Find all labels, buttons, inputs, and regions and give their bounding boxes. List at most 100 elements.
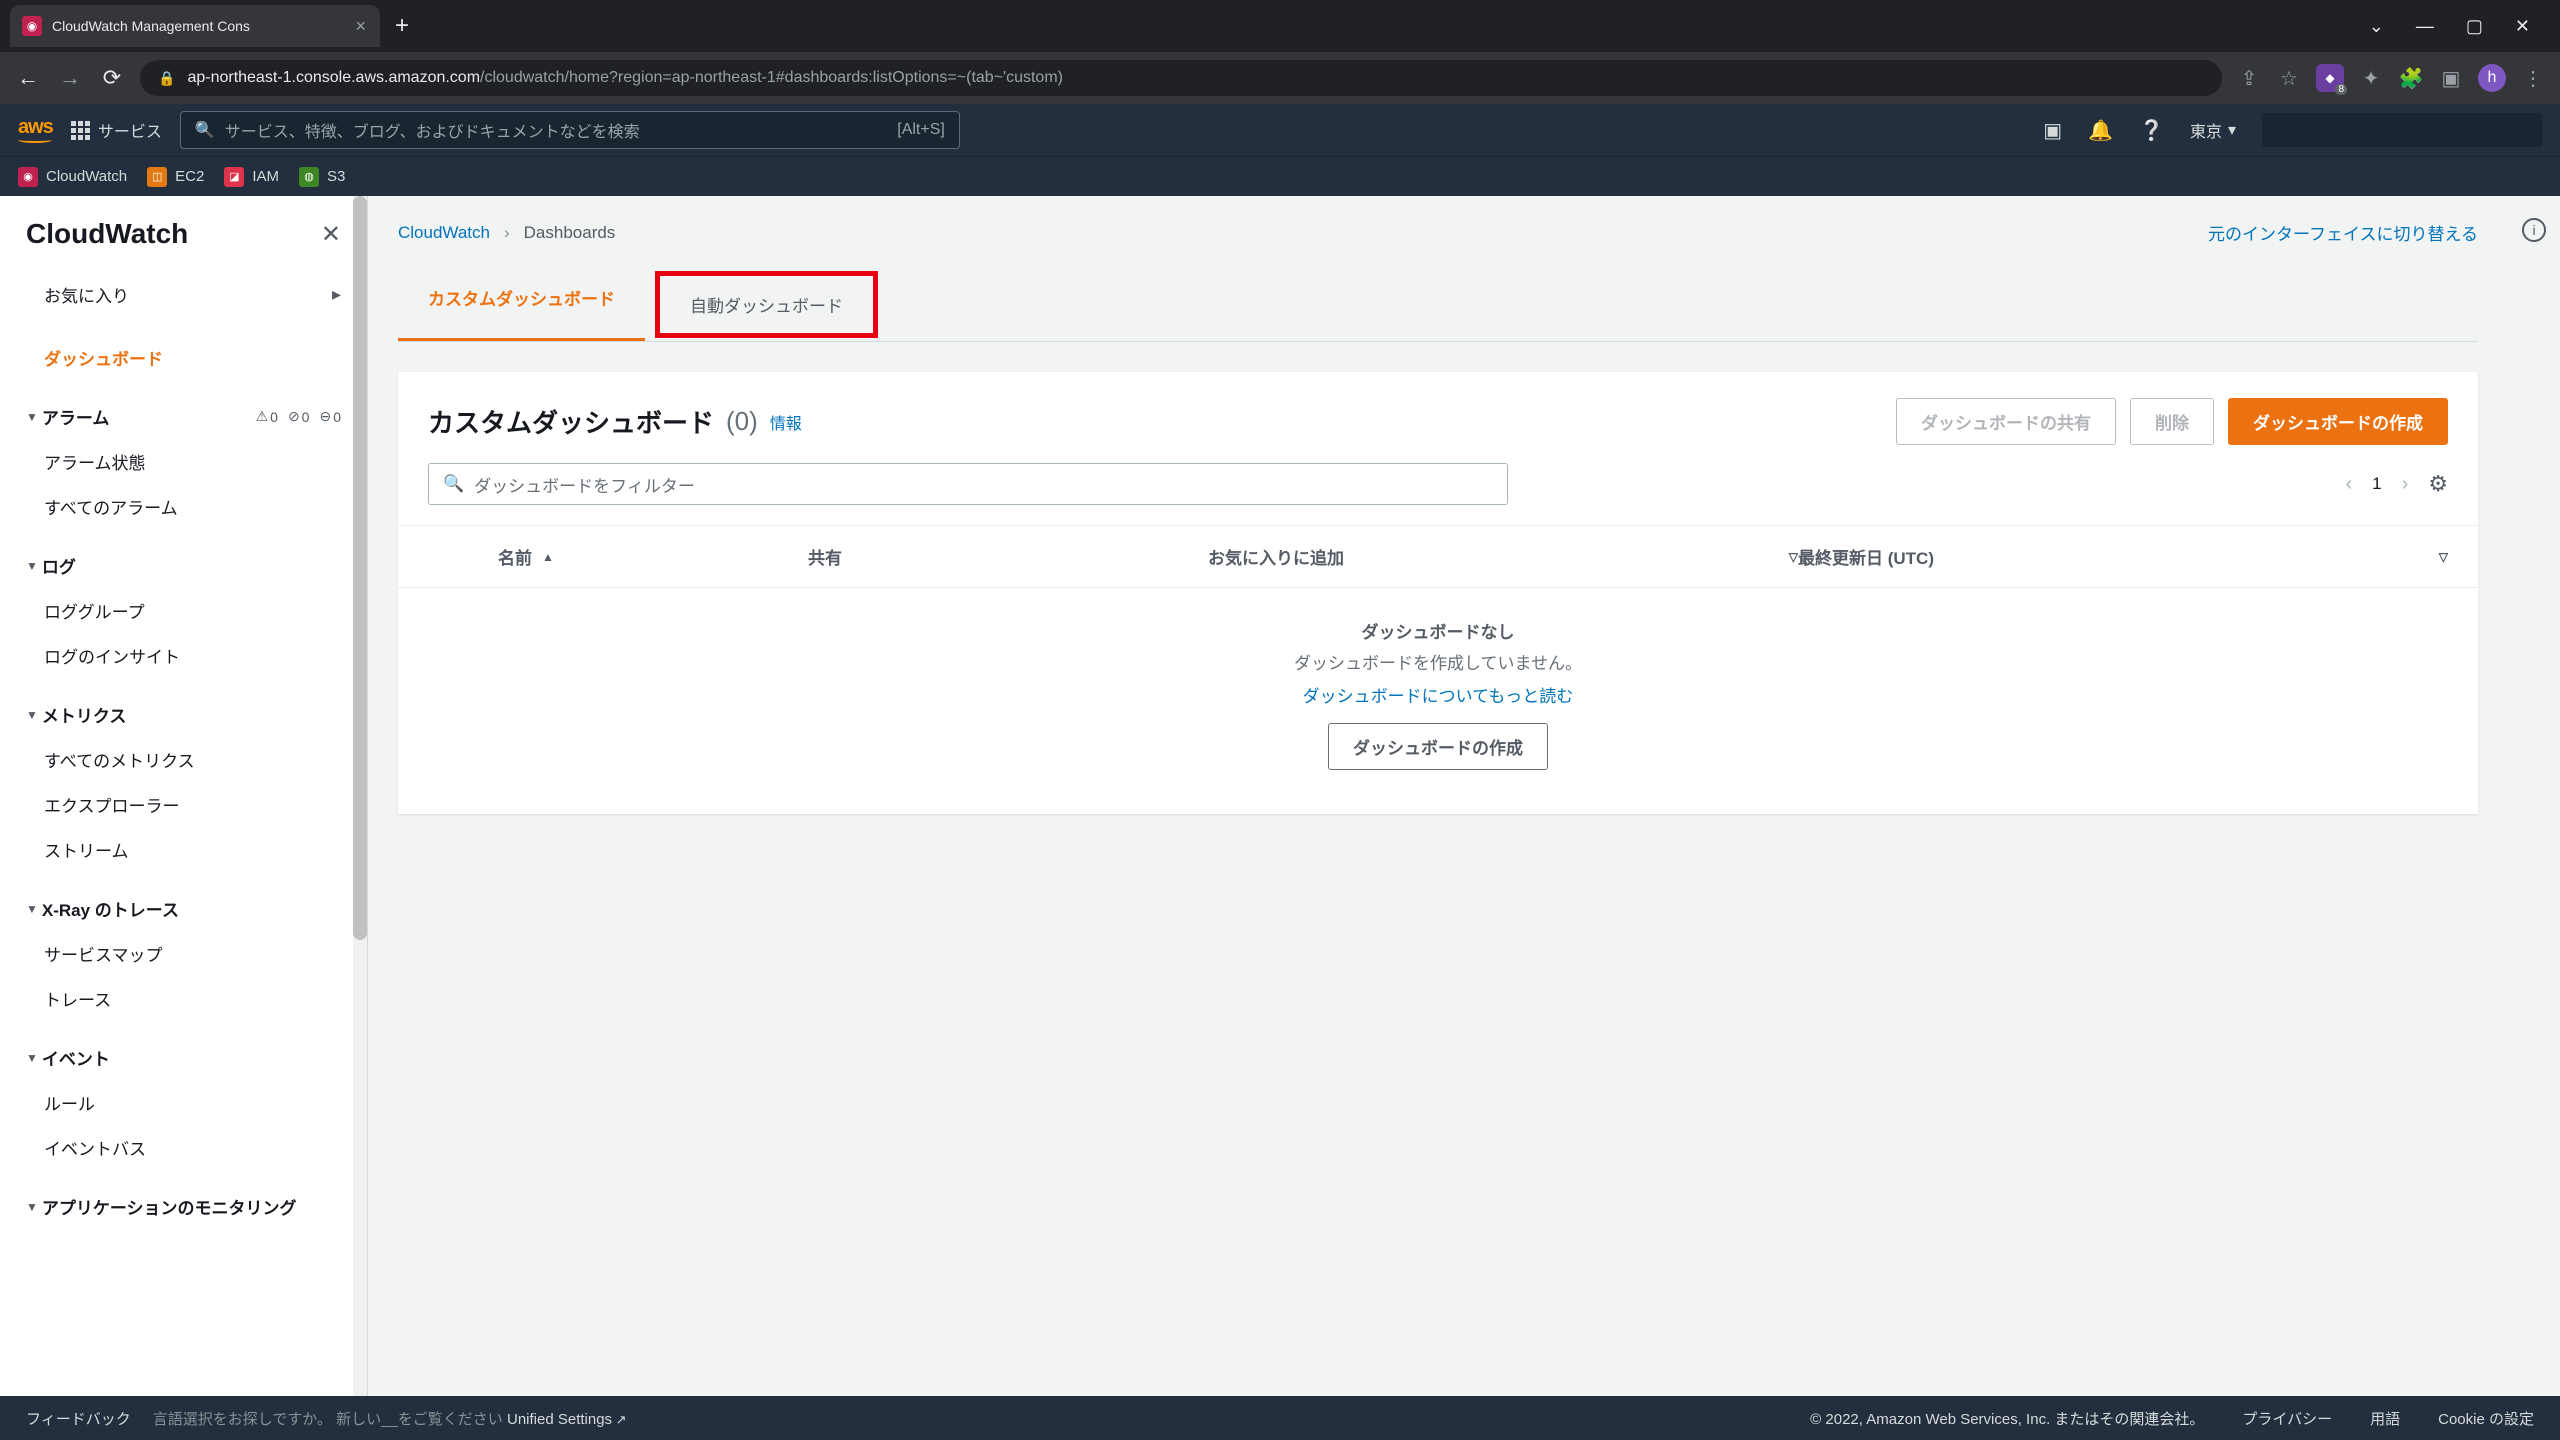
nav-dashboards[interactable]: ダッシュボード (0, 335, 367, 380)
help-icon[interactable]: ❔ (2139, 118, 2164, 143)
breadcrumb-root[interactable]: CloudWatch (398, 223, 490, 243)
profile-avatar[interactable]: h (2478, 64, 2506, 92)
th-name[interactable]: 名前▲ (498, 544, 808, 569)
notifications-icon[interactable]: 🔔 (2088, 118, 2113, 143)
nav-event-bus[interactable]: イベントバス (0, 1125, 367, 1170)
extensions-icon[interactable]: 🧩 (2398, 65, 2424, 91)
breadcrumb: CloudWatch › Dashboards (398, 223, 615, 243)
address-bar[interactable]: 🔒 ap-northeast-1.console.aws.amazon.com/… (140, 60, 2222, 96)
th-date[interactable]: 最終更新日 (UTC)▽ (1798, 544, 2448, 569)
sidebar: CloudWatch ✕ お気に入り▸ ダッシュボード ▼アラーム ⚠0⊘0⊖0… (0, 196, 368, 1396)
caret-icon: ▼ (26, 1200, 38, 1214)
aws-logo[interactable]: aws (18, 117, 53, 143)
nav-all-metrics[interactable]: すべてのメトリクス (0, 737, 367, 782)
unified-settings-link[interactable]: Unified Settings (507, 1411, 627, 1428)
empty-create-button[interactable]: ダッシュボードの作成 (1328, 723, 1548, 770)
sidebar-scrollbar[interactable] (353, 196, 367, 1396)
nav-rules[interactable]: ルール (0, 1080, 367, 1125)
nav-service-map[interactable]: サービスマップ (0, 931, 367, 976)
browser-chrome: ◉ CloudWatch Management Cons × + ⌄ — ▢ ✕… (0, 0, 2560, 104)
next-page-icon[interactable]: › (2402, 473, 2409, 496)
cloudshell-icon[interactable]: ▣ (2043, 118, 2062, 143)
scrollbar-thumb[interactable] (353, 196, 367, 940)
url-bar: ← → ⟳ 🔒 ap-northeast-1.console.aws.amazo… (0, 52, 2560, 104)
region-selector[interactable]: 東京 ▾ (2190, 118, 2236, 142)
breadcrumb-sep: › (504, 223, 510, 243)
browser-tab[interactable]: ◉ CloudWatch Management Cons × (10, 5, 380, 47)
delete-dashboard-button[interactable]: 削除 (2130, 398, 2214, 445)
filter-input[interactable]: 🔍 ダッシュボードをフィルター (428, 463, 1508, 505)
aws-header: aws サービス 🔍 サービス、特徴、ブログ、およびドキュメントなどを検索 [A… (0, 104, 2560, 156)
create-dashboard-button[interactable]: ダッシュボードの作成 (2228, 398, 2448, 445)
dashboards-panel: カスタムダッシュボード (0) 情報 ダッシュボードの共有 削除 ダッシュボード… (398, 372, 2478, 814)
panel-icon[interactable]: ▣ (2438, 65, 2464, 91)
prev-page-icon[interactable]: ‹ (2345, 473, 2352, 496)
switch-interface-link[interactable]: 元のインターフェイスに切り替える (2208, 220, 2478, 245)
maximize-icon[interactable]: ▢ (2466, 16, 2483, 37)
close-tab-icon[interactable]: × (355, 16, 366, 37)
filter-placeholder: ダッシュボードをフィルター (474, 472, 695, 497)
sort-asc-icon: ▲ (542, 550, 554, 564)
tab-auto-dashboard[interactable]: 自動ダッシュボード (655, 271, 878, 338)
settings-gear-icon[interactable]: ⚙ (2428, 471, 2448, 497)
nav-group-xray[interactable]: ▼X-Ray のトレース (0, 886, 367, 931)
minimize-icon[interactable]: — (2416, 16, 2434, 37)
window-controls: ⌄ — ▢ ✕ (2369, 16, 2550, 37)
nav-group-alarms[interactable]: ▼アラーム ⚠0⊘0⊖0 (0, 394, 367, 439)
extension-badge[interactable]: ◆8 (2316, 64, 2344, 92)
nav-explorer[interactable]: エクスプローラー (0, 782, 367, 827)
info-icon[interactable]: i (2522, 218, 2546, 242)
s3-icon: ◍ (299, 167, 319, 187)
tab-custom-dashboard[interactable]: カスタムダッシュボード (398, 269, 645, 341)
alarm-counts: ⚠0⊘0⊖0 (256, 408, 341, 425)
feedback-link[interactable]: フィードバック (26, 1408, 131, 1429)
cookie-link[interactable]: Cookie の設定 (2438, 1408, 2534, 1429)
nav-favorites[interactable]: お気に入り▸ (0, 272, 367, 317)
reload-button[interactable]: ⟳ (98, 64, 126, 92)
content: CloudWatch › Dashboards 元のインターフェイスに切り替える… (368, 196, 2508, 1396)
panel-count: (0) (726, 406, 758, 437)
nav-traces[interactable]: トレース (0, 976, 367, 1021)
th-fav[interactable]: お気に入りに追加▽ (1208, 544, 1798, 569)
nav-group-logs[interactable]: ▼ログ (0, 543, 367, 588)
nav-group-metrics[interactable]: ▼メトリクス (0, 692, 367, 737)
cloudwatch-favicon: ◉ (22, 16, 42, 36)
menu-icon[interactable]: ⋮ (2520, 65, 2546, 91)
share-icon[interactable]: ⇪ (2236, 65, 2262, 91)
url-host: ap-northeast-1.console.aws.amazon.com (187, 69, 480, 86)
nav-all-alarms[interactable]: すべてのアラーム (0, 484, 367, 529)
forward-button[interactable]: → (56, 64, 84, 92)
bookmark-ec2[interactable]: ◫EC2 (147, 167, 204, 187)
info-link[interactable]: 情報 (770, 410, 802, 434)
share-dashboard-button[interactable]: ダッシュボードの共有 (1896, 398, 2116, 445)
account-menu[interactable] (2262, 113, 2542, 147)
close-window-icon[interactable]: ✕ (2515, 16, 2530, 37)
close-sidebar-icon[interactable]: ✕ (321, 220, 341, 249)
th-share[interactable]: 共有 (808, 544, 1208, 569)
empty-learn-more-link[interactable]: ダッシュボードについてもっと読む (398, 682, 2478, 707)
nav-alarm-state[interactable]: アラーム状態 (0, 439, 367, 484)
bookmark-star-icon[interactable]: ☆ (2276, 65, 2302, 91)
sort-icon: ▽ (2439, 550, 2448, 564)
search-icon: 🔍 (443, 474, 464, 494)
privacy-link[interactable]: プライバシー (2242, 1408, 2332, 1429)
extension-icon[interactable]: ✦ (2358, 65, 2384, 91)
nav-group-app-monitoring[interactable]: ▼アプリケーションのモニタリング (0, 1184, 367, 1229)
sidebar-nav[interactable]: お気に入り▸ ダッシュボード ▼アラーム ⚠0⊘0⊖0 アラーム状態 すべてのア… (0, 272, 367, 1396)
bookmark-cloudwatch[interactable]: ◉CloudWatch (18, 167, 127, 187)
nav-log-groups[interactable]: ロググループ (0, 588, 367, 633)
bookmark-s3[interactable]: ◍S3 (299, 167, 345, 187)
bookmark-iam[interactable]: ◪IAM (224, 167, 279, 187)
nav-streams[interactable]: ストリーム (0, 827, 367, 872)
terms-link[interactable]: 用語 (2370, 1408, 2400, 1429)
services-menu[interactable]: サービス (71, 118, 162, 142)
aws-search[interactable]: 🔍 サービス、特徴、ブログ、およびドキュメントなどを検索 [Alt+S] (180, 111, 960, 149)
iam-icon: ◪ (224, 167, 244, 187)
nav-group-events[interactable]: ▼イベント (0, 1035, 367, 1080)
back-button[interactable]: ← (14, 64, 42, 92)
nav-logs-insights[interactable]: ログのインサイト (0, 633, 367, 678)
search-shortcut: [Alt+S] (897, 121, 945, 139)
new-tab-button[interactable]: + (388, 12, 416, 40)
breadcrumb-current: Dashboards (524, 223, 616, 243)
chevron-down-icon[interactable]: ⌄ (2369, 16, 2384, 37)
